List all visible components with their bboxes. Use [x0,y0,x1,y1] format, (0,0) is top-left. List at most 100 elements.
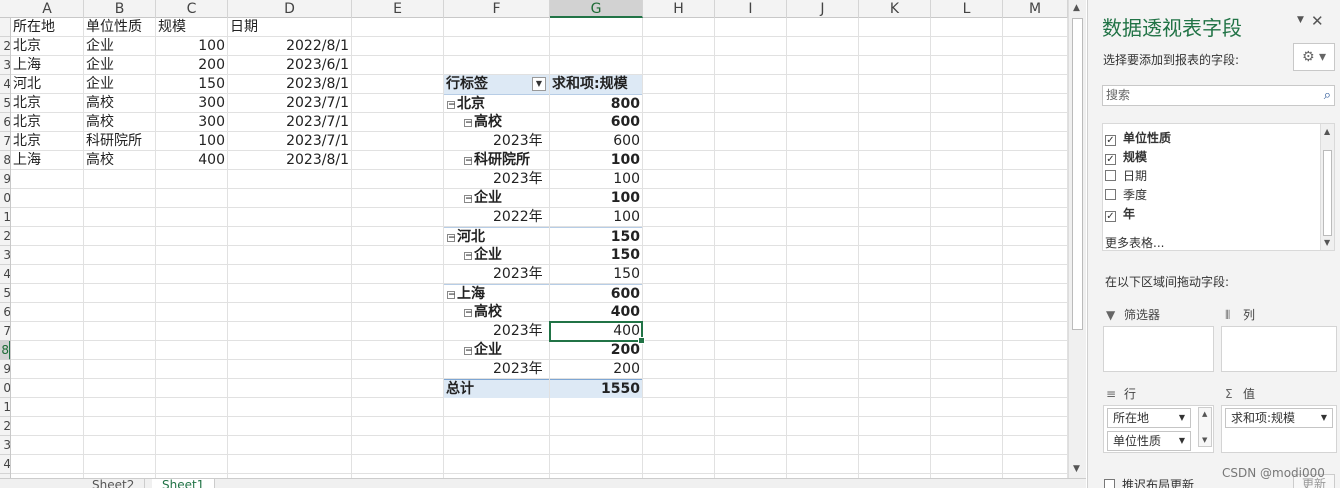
pivot-row-label[interactable]: 2023年 [444,360,549,379]
pivot-grand-total-value[interactable]: 1550 [550,379,642,398]
scroll-down-icon[interactable]: ▼ [1202,436,1207,444]
row-header[interactable]: 5 [0,284,10,303]
row-header[interactable]: 7 [0,322,10,341]
pivot-row-label[interactable]: −高校 [444,113,549,132]
data-cell[interactable]: 200 [156,56,227,75]
field-checkbox[interactable]: ✓ [1105,211,1116,222]
data-cell[interactable]: 北京 [11,94,83,113]
collapse-toggle-icon[interactable]: − [447,234,456,243]
row-header[interactable]: 3 [0,56,10,75]
data-cell[interactable]: 2023/8/1 [228,151,351,170]
row-header[interactable]: 6 [0,113,10,132]
row-header[interactable]: 4 [0,455,10,474]
pivot-row-label[interactable]: 2023年 [444,322,549,341]
pivot-value[interactable]: 150 [550,246,642,265]
data-cell[interactable]: 150 [156,75,227,94]
row-field-pill[interactable]: 单位性质 ▼ [1107,431,1191,451]
dropdown-caret-icon[interactable]: ▼ [1321,409,1327,427]
pivot-row-label[interactable]: 2023年 [444,265,549,284]
data-cell[interactable]: 2022/8/1 [228,37,351,56]
field-search-input[interactable]: 搜索 ⌕ [1102,85,1335,106]
gear-icon[interactable]: ⚙ ▾ [1293,43,1335,71]
field-item[interactable]: 季度 [1105,186,1147,205]
pivot-value[interactable]: 400 [550,303,642,322]
field-item[interactable]: ✓ 单位性质 [1105,129,1171,148]
column-title[interactable]: 规模 [156,18,227,37]
field-item[interactable]: ✓ 年 [1105,205,1135,224]
data-cell[interactable]: 100 [156,37,227,56]
pivot-value[interactable]: 200 [550,341,642,360]
data-cell[interactable]: 企业 [84,37,155,56]
close-icon[interactable]: ✕ [1311,12,1324,30]
collapse-toggle-icon[interactable]: − [447,101,456,110]
row-header[interactable]: 4 [0,75,10,94]
row-header[interactable]: 0 [0,379,10,398]
collapse-toggle-icon[interactable]: − [464,347,473,356]
pivot-value[interactable]: 100 [550,151,642,170]
field-checkbox[interactable] [1105,170,1116,181]
pivot-row-label[interactable]: −北京 [444,94,549,113]
collapse-toggle-icon[interactable]: − [464,252,473,261]
column-header-h[interactable]: H [643,0,715,18]
field-list-scrollbar[interactable]: ▲ ▼ [1320,124,1334,250]
column-header-j[interactable]: J [787,0,859,18]
row-header[interactable]: 7 [0,132,10,151]
row-header[interactable]: 1 [0,208,10,227]
pivot-value-header[interactable]: 求和项:规模 [550,75,642,94]
column-header-l[interactable]: L [931,0,1003,18]
pivot-value[interactable]: 600 [550,113,642,132]
columns-drop-area[interactable] [1221,326,1337,372]
column-title[interactable]: 所在地 [11,18,83,37]
pivot-row-label[interactable]: 2023年 [444,170,549,189]
column-title[interactable]: 日期 [228,18,351,37]
data-cell[interactable]: 400 [156,151,227,170]
data-cell[interactable]: 高校 [84,113,155,132]
pivot-value[interactable]: 600 [550,284,642,303]
dropdown-caret-icon[interactable]: ▼ [1179,432,1185,450]
pivot-row-label[interactable]: −河北 [444,227,549,246]
row-header[interactable]: 3 [0,436,10,455]
column-header-d[interactable]: D [228,0,352,18]
data-cell[interactable]: 2023/6/1 [228,56,351,75]
row-header[interactable]: 2 [0,227,10,246]
scroll-thumb[interactable] [1072,18,1083,330]
scroll-up-icon[interactable]: ▲ [1324,127,1330,136]
row-header[interactable]: 5 [0,94,10,113]
row-header[interactable]: 2 [0,37,10,56]
row-header[interactable]: 8 [0,151,10,170]
column-header-g[interactable]: G [550,0,643,18]
pivot-value[interactable]: 600 [550,132,642,151]
scroll-down-icon[interactable]: ▼ [1324,238,1330,247]
defer-layout-checkbox[interactable]: 推迟布局更新 [1104,476,1194,488]
column-header-m[interactable]: M [1003,0,1068,18]
row-header[interactable]: 3 [0,246,10,265]
column-header-k[interactable]: K [859,0,931,18]
data-cell[interactable]: 2023/7/1 [228,132,351,151]
data-cell[interactable]: 2023/7/1 [228,94,351,113]
pane-options-icon[interactable]: ▼ [1297,15,1304,25]
pivot-value[interactable]: 150 [550,227,642,246]
field-checkbox[interactable] [1105,189,1116,200]
row-header[interactable]: 0 [0,189,10,208]
field-checkbox[interactable]: ✓ [1105,135,1116,146]
sheet-tab[interactable]: Sheet2 [82,479,146,488]
data-cell[interactable]: 2023/7/1 [228,113,351,132]
cell-area[interactable]: 所在地 单位性质 规模 日期 北京 企业 100 2022/8/1 上海 企业 200 2023/6/… [11,18,1068,478]
row-header[interactable]: 9 [0,360,10,379]
data-cell[interactable]: 上海 [11,56,83,75]
pivot-value[interactable]: 100 [550,170,642,189]
collapse-toggle-icon[interactable]: − [447,291,456,300]
selected-cell[interactable] [549,321,645,344]
scroll-up-icon[interactable]: ▲ [1202,410,1207,418]
data-cell[interactable]: 2023/8/1 [228,75,351,94]
data-cell[interactable]: 河北 [11,75,83,94]
data-cell[interactable]: 北京 [11,113,83,132]
data-cell[interactable]: 高校 [84,151,155,170]
filter-dropdown-icon[interactable]: ▼ [532,77,546,91]
column-header-c[interactable]: C [156,0,228,18]
column-title[interactable]: 单位性质 [84,18,155,37]
pivot-value[interactable]: 100 [550,189,642,208]
pivot-row-label[interactable]: −高校 [444,303,549,322]
column-header-a[interactable]: A [11,0,84,18]
checkbox-box[interactable] [1104,479,1115,488]
